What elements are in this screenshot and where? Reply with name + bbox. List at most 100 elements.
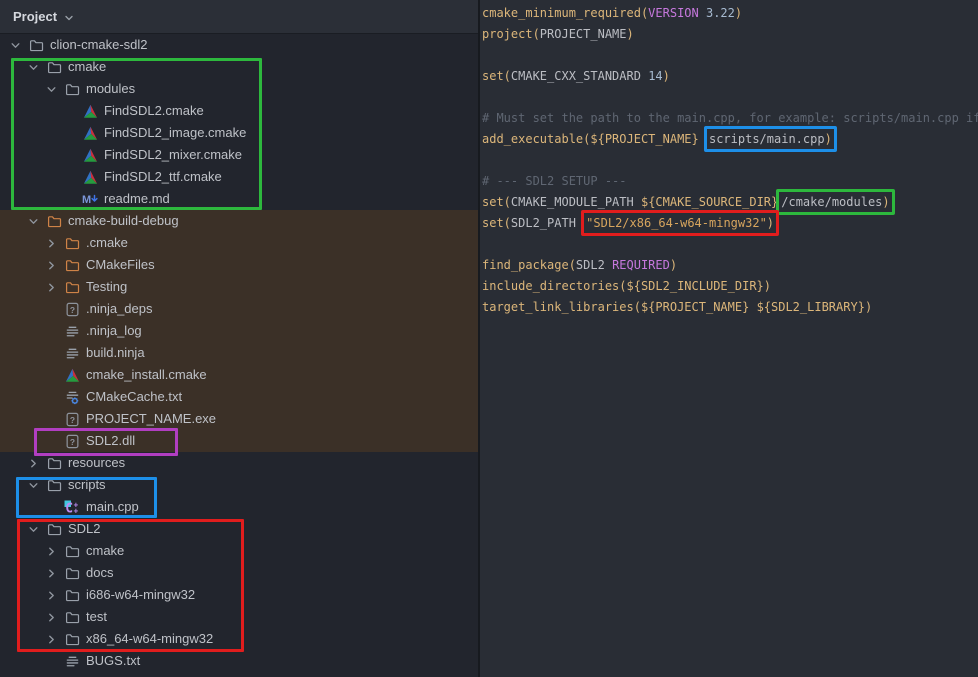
editor-panel[interactable]: cmake_minimum_required(VERSION 3.22)proj… xyxy=(480,0,978,677)
code-line[interactable] xyxy=(482,87,978,108)
folder-icon xyxy=(46,477,62,493)
tree-item-label: docs xyxy=(86,562,113,584)
code-token: /cmake/modules xyxy=(781,195,882,209)
chevron-right-icon[interactable] xyxy=(44,631,64,647)
tree-item-docs[interactable]: docs xyxy=(0,562,478,584)
chevron-right-icon[interactable] xyxy=(44,565,64,581)
chevron-spacer xyxy=(44,411,64,427)
tree-item-label: resources xyxy=(68,452,125,474)
chevron-right-icon[interactable] xyxy=(44,543,64,559)
tree-item-readme-md[interactable]: Mreadme.md xyxy=(0,188,478,210)
tree-item-findsdl2-ttf-cmake[interactable]: FindSDL2_ttf.cmake xyxy=(0,166,478,188)
chevron-right-icon[interactable] xyxy=(44,257,64,273)
tree-item-label: test xyxy=(86,606,107,628)
chevron-right-icon[interactable] xyxy=(44,609,64,625)
tree-item-testing[interactable]: Testing xyxy=(0,276,478,298)
chevron-right-icon[interactable] xyxy=(44,235,64,251)
ide-window: Project clion-cmake-sdl2cmakemodulesFind… xyxy=(0,0,978,677)
code-line[interactable]: project(PROJECT_NAME) xyxy=(482,24,978,45)
tree-item-label: x86_64-w64-mingw32 xyxy=(86,628,213,650)
tree-item-bugs-txt[interactable]: BUGS.txt xyxy=(0,650,478,672)
tree-item-main-cpp[interactable]: C++main.cpp xyxy=(0,496,478,518)
chevron-down-icon[interactable] xyxy=(44,81,64,97)
svg-text:?: ? xyxy=(69,414,74,424)
tree-item-cmake[interactable]: cmake xyxy=(0,56,478,78)
project-panel-header[interactable]: Project xyxy=(0,0,478,34)
chevron-right-icon[interactable] xyxy=(44,587,64,603)
code-line[interactable]: find_package(SDL2 REQUIRED) xyxy=(482,255,978,276)
code-token: REQUIRED xyxy=(612,258,670,272)
code-token xyxy=(749,300,756,314)
text-file-icon xyxy=(64,345,80,361)
code-line[interactable]: include_directories(${SDL2_INCLUDE_DIR}) xyxy=(482,276,978,297)
tree-item-ninja-log[interactable]: .ninja_log xyxy=(0,320,478,342)
code-token: ) xyxy=(735,6,742,20)
code-token: "SDL2/x86_64-w64-mingw32" xyxy=(586,216,767,230)
code-token: ${SDL2_INCLUDE_DIR} xyxy=(627,279,764,293)
tree-item-modules[interactable]: modules xyxy=(0,78,478,100)
tree-item-ninja-deps[interactable]: ?.ninja_deps xyxy=(0,298,478,320)
code-token: ) xyxy=(767,216,774,230)
chevron-down-icon[interactable] xyxy=(26,213,46,229)
tree-item-build-ninja[interactable]: build.ninja xyxy=(0,342,478,364)
tree-item-i686-w64-mingw32[interactable]: i686-w64-mingw32 xyxy=(0,584,478,606)
tree-item-label: .ninja_deps xyxy=(86,298,153,320)
chevron-down-icon[interactable] xyxy=(26,59,46,75)
svg-text:+: + xyxy=(74,507,79,515)
tree-item-cmake[interactable]: .cmake xyxy=(0,232,478,254)
code-token: # Must set the path to the main.cpp, for… xyxy=(482,111,978,125)
folder-icon xyxy=(64,587,80,603)
code-line[interactable] xyxy=(482,150,978,171)
text-file-icon xyxy=(64,653,80,669)
code-line[interactable]: add_executable(${PROJECT_NAME} scripts/m… xyxy=(482,129,978,150)
code-line[interactable]: set(SDL2_PATH "SDL2/x86_64-w64-mingw32") xyxy=(482,213,978,234)
code-line[interactable] xyxy=(482,45,978,66)
tree-item-clion-cmake-sdl2[interactable]: clion-cmake-sdl2 xyxy=(0,34,478,56)
chevron-right-icon[interactable] xyxy=(44,279,64,295)
cpp-file-icon: C++ xyxy=(64,499,80,515)
code-line[interactable]: cmake_minimum_required(VERSION 3.22) xyxy=(482,3,978,24)
code-token: ${PROJECT_NAME} xyxy=(590,132,698,146)
code-line[interactable]: set(CMAKE_CXX_STANDARD 14) xyxy=(482,66,978,87)
tree-item-resources[interactable]: resources xyxy=(0,452,478,474)
code-line[interactable]: # --- SDL2 SETUP --- xyxy=(482,171,978,192)
tree-item-findsdl2-cmake[interactable]: FindSDL2.cmake xyxy=(0,100,478,122)
chevron-spacer xyxy=(62,147,82,163)
chevron-right-icon[interactable] xyxy=(26,455,46,471)
project-panel: Project clion-cmake-sdl2cmakemodulesFind… xyxy=(0,0,478,677)
tree-item-findsdl2-image-cmake[interactable]: FindSDL2_image.cmake xyxy=(0,122,478,144)
chevron-down-icon[interactable] xyxy=(8,37,28,53)
cmake-icon xyxy=(82,125,98,141)
chevron-down-icon[interactable] xyxy=(26,477,46,493)
code-line[interactable]: target_link_libraries(${PROJECT_NAME} ${… xyxy=(482,297,978,318)
tree-item-cmakefiles[interactable]: CMakeFiles xyxy=(0,254,478,276)
folder-icon xyxy=(28,37,44,53)
tree-item-cmakecache-txt[interactable]: CMakeCache.txt xyxy=(0,386,478,408)
chevron-spacer xyxy=(44,323,64,339)
folder-icon xyxy=(46,455,62,471)
unknown-file-icon: ? xyxy=(64,433,80,449)
folder-icon xyxy=(64,235,80,251)
tree-item-cmake-install-cmake[interactable]: cmake_install.cmake xyxy=(0,364,478,386)
tree-item-findsdl2-mixer-cmake[interactable]: FindSDL2_mixer.cmake xyxy=(0,144,478,166)
tree-item-label: modules xyxy=(86,78,135,100)
tree-item-label: i686-w64-mingw32 xyxy=(86,584,195,606)
folder-icon xyxy=(64,631,80,647)
tree-item-cmake[interactable]: cmake xyxy=(0,540,478,562)
tree-item-cmake-build-debug[interactable]: cmake-build-debug xyxy=(0,210,478,232)
folder-icon xyxy=(46,59,62,75)
tree-item-sdl2-dll[interactable]: ?SDL2.dll xyxy=(0,430,478,452)
chevron-down-icon[interactable] xyxy=(26,521,46,537)
code-token: set( xyxy=(482,195,511,209)
tree-item-x86-64-w64-mingw32[interactable]: x86_64-w64-mingw32 xyxy=(0,628,478,650)
tree-item-test[interactable]: test xyxy=(0,606,478,628)
tree-item-sdl2[interactable]: SDL2 xyxy=(0,518,478,540)
code-token: include_directories( xyxy=(482,279,627,293)
tree-item-project-name-exe[interactable]: ?PROJECT_NAME.exe xyxy=(0,408,478,430)
code-line[interactable] xyxy=(482,234,978,255)
tree-item-scripts[interactable]: scripts xyxy=(0,474,478,496)
tree-item-label: .ninja_log xyxy=(86,320,142,342)
chevron-spacer xyxy=(44,499,64,515)
code-token: SDL2 xyxy=(576,258,605,272)
chevron-spacer xyxy=(44,653,64,669)
